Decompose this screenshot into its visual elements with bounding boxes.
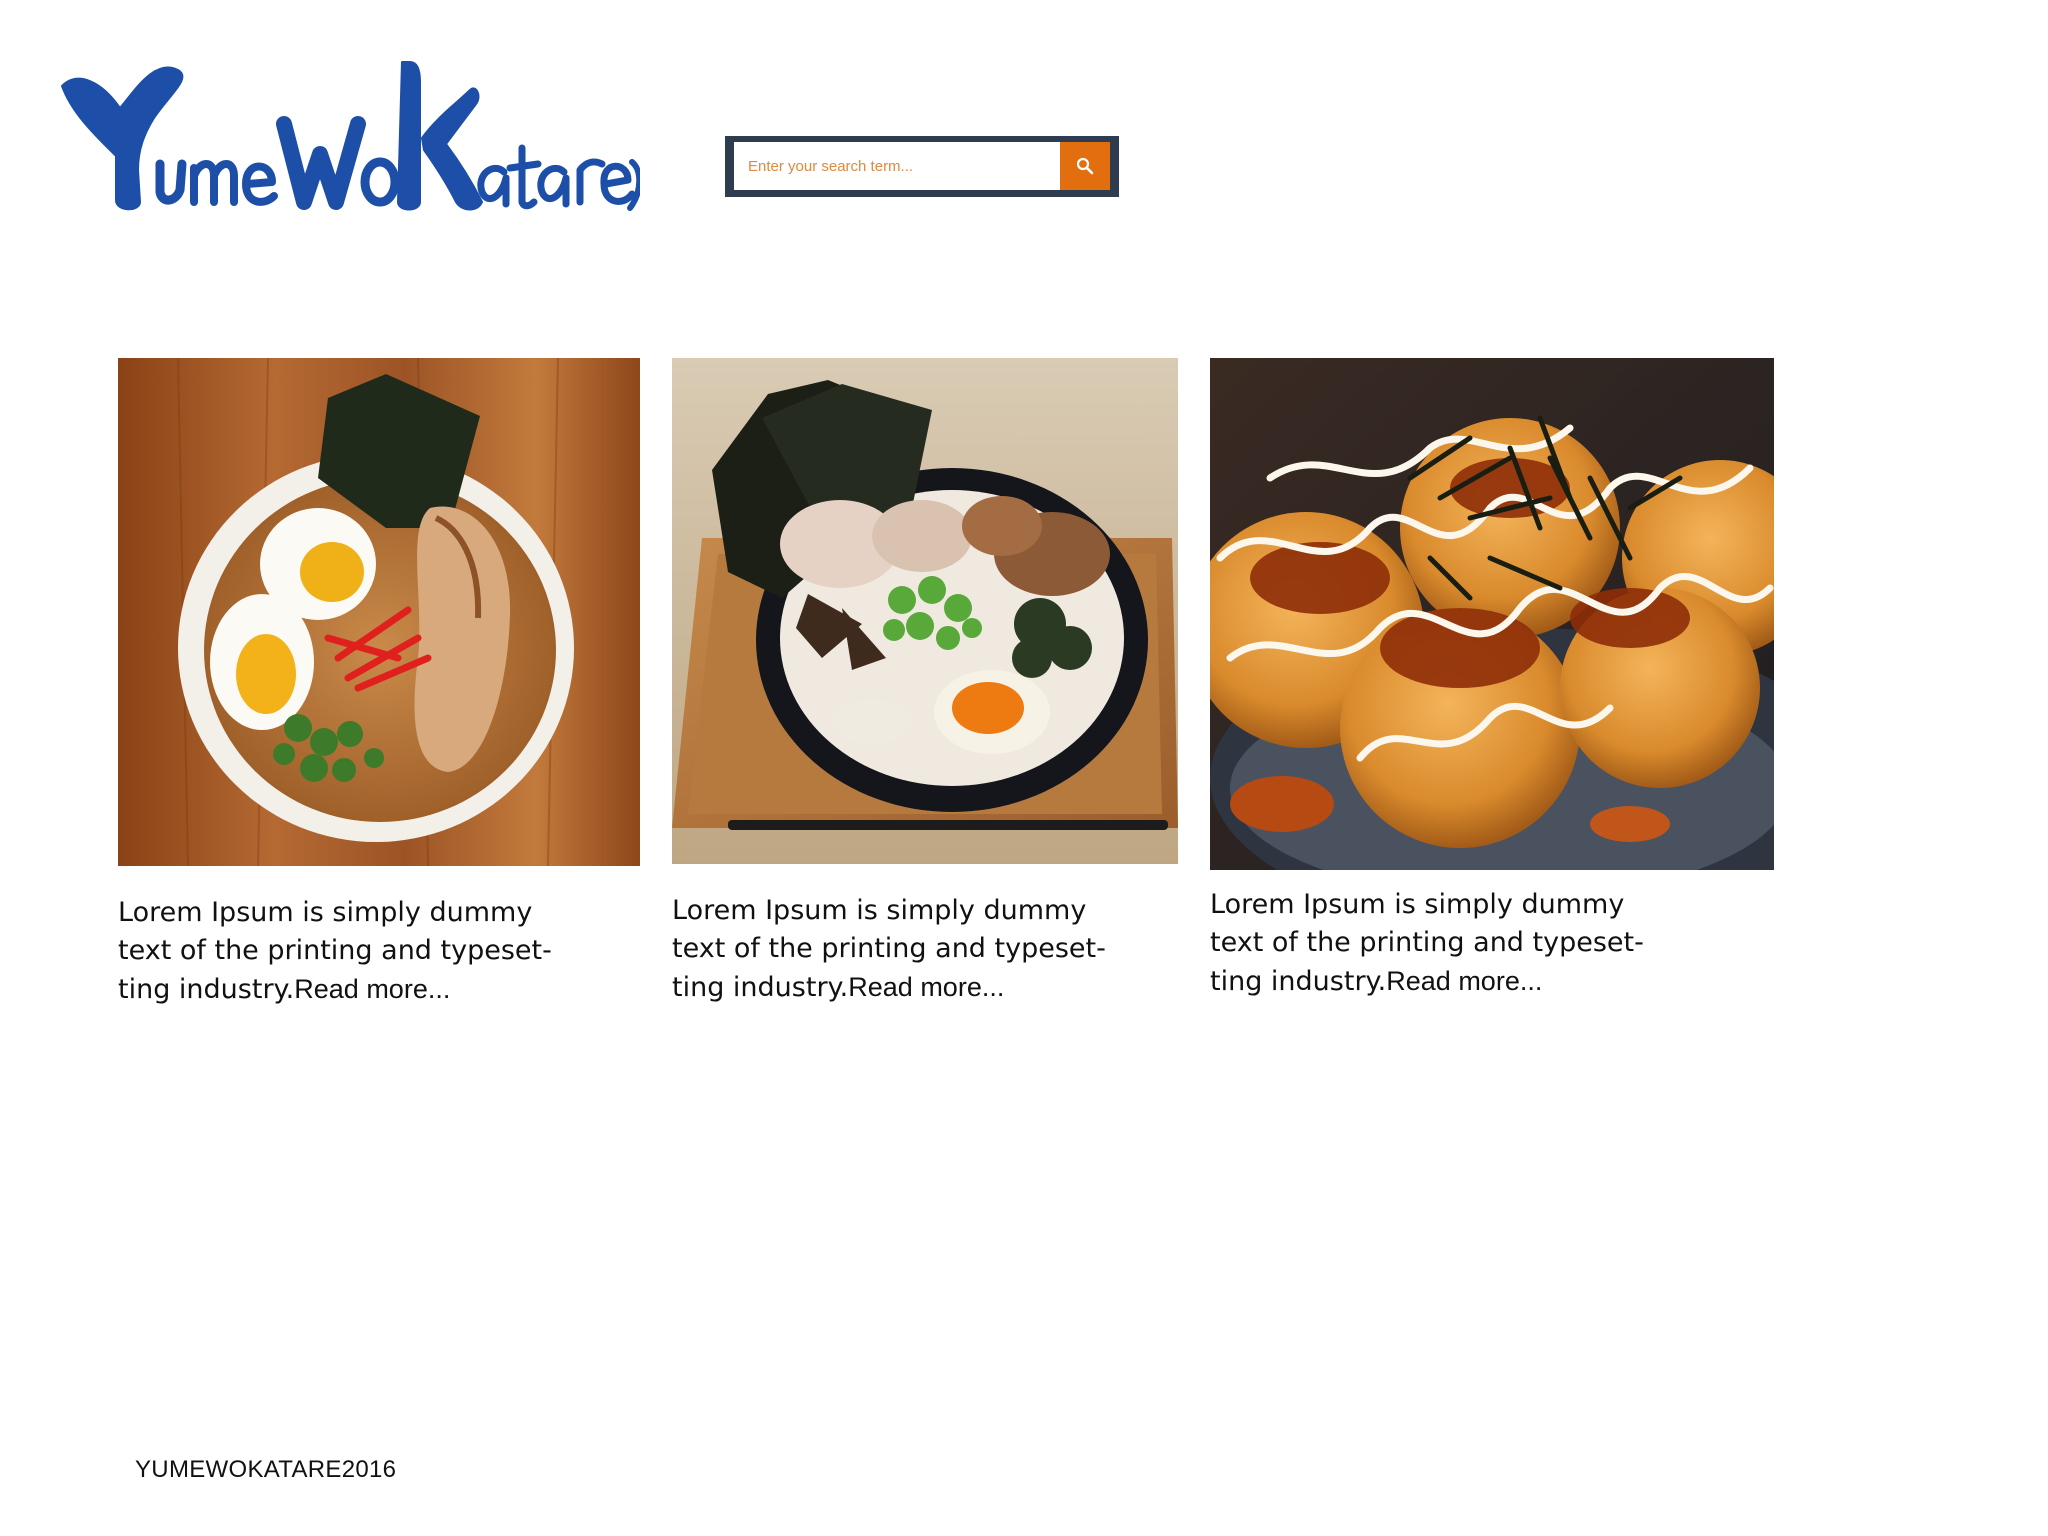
read-more-link[interactable]: Read more... — [294, 974, 450, 1004]
article-excerpt: Lorem Ipsum is simply dummy text of the … — [118, 894, 578, 1009]
article-card: Lorem Ipsum is simply dummy text of the … — [1210, 358, 1774, 1001]
read-more-link[interactable]: Read more... — [848, 972, 1004, 1002]
read-more-link[interactable]: Read more... — [1386, 966, 1542, 996]
search-button[interactable] — [1060, 142, 1110, 190]
article-card: Lorem Ipsum is simply dummy text of the … — [672, 358, 1178, 1007]
tonkotsu-ramen-image[interactable] — [672, 358, 1178, 864]
article-excerpt: Lorem Ipsum is simply dummy text of the … — [672, 892, 1132, 1007]
search-input[interactable] — [734, 142, 1060, 190]
ramen-bowl-image[interactable] — [118, 358, 640, 866]
search-icon — [1076, 157, 1094, 175]
logo-graphic — [61, 61, 640, 211]
footer-copyright: YUMEWOKATARE2016 — [135, 1456, 397, 1483]
search-bar — [725, 136, 1119, 197]
takoyaki-image[interactable] — [1210, 358, 1774, 870]
article-card: Lorem Ipsum is simply dummy text of the … — [118, 358, 640, 1009]
site-logo[interactable] — [58, 52, 640, 222]
article-excerpt: Lorem Ipsum is simply dummy text of the … — [1210, 886, 1670, 1001]
